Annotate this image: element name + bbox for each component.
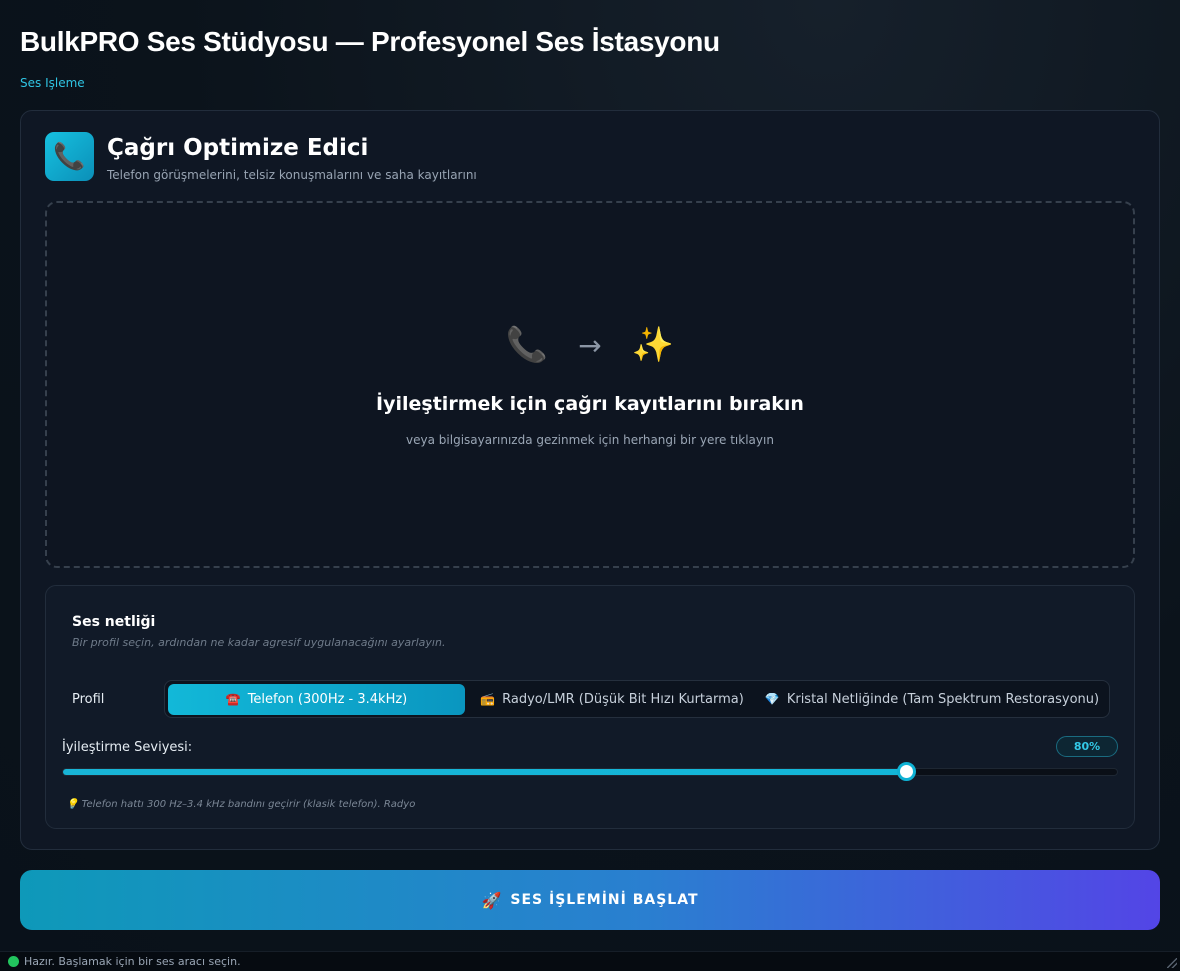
- start-processing-button[interactable]: 🚀 SES İŞLEMİNİ BAŞLAT: [20, 870, 1160, 930]
- radio-icon: 📻: [480, 692, 496, 706]
- slider-thumb[interactable]: [897, 762, 917, 781]
- lightbulb-icon: 💡: [66, 799, 79, 810]
- sparkles-icon: ✨: [631, 325, 675, 365]
- enhancement-level-value: 80%: [1056, 736, 1118, 757]
- tool-title: Çağrı Optimize Edici: [107, 135, 369, 161]
- slider-fill: [63, 769, 907, 775]
- dropzone-subtitle: veya bilgisayarınızda gezinmek için herh…: [406, 433, 774, 447]
- profile-option-label: Telefon (300Hz - 3.4kHz): [247, 691, 408, 707]
- profile-hint: 💡 Telefon hattı 300 Hz–3.4 kHz bandını g…: [66, 799, 415, 810]
- clarity-settings: Ses netliği Bir profil seçin, ardından n…: [45, 585, 1135, 829]
- telephone-icon: 📞: [505, 325, 549, 365]
- enhancement-level-label: İyileştirme Seviyesi:: [62, 740, 193, 755]
- telephone-icon: ☎️: [225, 692, 241, 706]
- arrow-right-icon: →: [578, 328, 602, 362]
- breadcrumb[interactable]: Ses Işleme: [20, 76, 85, 90]
- resize-grip-icon[interactable]: [1167, 958, 1177, 968]
- enhancement-level-slider[interactable]: [62, 762, 1118, 781]
- file-dropzone[interactable]: 📞 → ✨ İyileştirmek için çağrı kayıtların…: [45, 201, 1135, 568]
- profile-option-label: Kristal Netliğinde (Tam Spektrum Restora…: [786, 691, 1100, 707]
- telephone-receiver-icon: 📞: [45, 132, 94, 181]
- settings-description: Bir profil seçin, ardından ne kadar agre…: [72, 636, 446, 649]
- status-text: Hazır. Başlamak için bir ses aracı seçin…: [24, 955, 241, 968]
- dropzone-title: İyileştirmek için çağrı kayıtlarını bıra…: [376, 393, 804, 415]
- tool-subtitle: Telefon görüşmelerini, telsiz konuşmalar…: [107, 168, 477, 182]
- profile-option-radio[interactable]: 📻 Radyo/LMR (Düşük Bit Hızı Kurtarma): [465, 684, 759, 715]
- settings-title: Ses netliği: [72, 614, 156, 630]
- profile-label: Profil: [72, 692, 105, 707]
- profile-hint-text: Telefon hattı 300 Hz–3.4 kHz bandını geç…: [81, 799, 416, 810]
- gem-icon: 💎: [764, 692, 780, 706]
- app-title: BulkPRO Ses Stüdyosu — Profesyonel Ses İ…: [20, 26, 720, 57]
- rocket-icon: 🚀: [481, 890, 503, 910]
- start-processing-label: SES İŞLEMİNİ BAŞLAT: [510, 892, 699, 908]
- status-indicator-icon: [8, 956, 19, 967]
- profile-option-crystal[interactable]: 💎 Kristal Netliğinde (Tam Spektrum Resto…: [759, 684, 1105, 715]
- profile-selector: ☎️ Telefon (300Hz - 3.4kHz) 📻 Radyo/LMR …: [164, 680, 1110, 718]
- call-optimizer-panel: 📞 Çağrı Optimize Edici Telefon görüşmele…: [20, 110, 1160, 850]
- profile-option-label: Radyo/LMR (Düşük Bit Hızı Kurtarma): [502, 691, 744, 707]
- dropzone-icons: 📞 → ✨: [47, 325, 1133, 365]
- status-bar: Hazır. Başlamak için bir ses aracı seçin…: [0, 951, 1180, 971]
- profile-option-telephone[interactable]: ☎️ Telefon (300Hz - 3.4kHz): [168, 683, 465, 715]
